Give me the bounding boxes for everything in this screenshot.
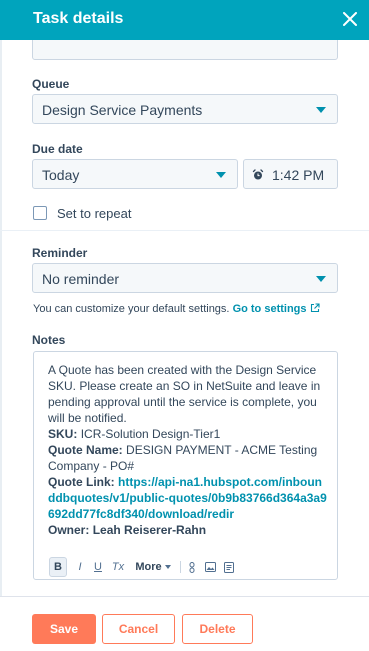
section-divider bbox=[0, 230, 369, 231]
due-time-value: 1:42 PM bbox=[272, 167, 325, 183]
bold-button[interactable]: B bbox=[49, 557, 67, 577]
chevron-down-icon bbox=[316, 107, 326, 113]
repeat-checkbox[interactable] bbox=[33, 206, 47, 220]
notes-label: Notes bbox=[32, 333, 66, 347]
underline-button[interactable]: U bbox=[91, 557, 105, 577]
due-date-select[interactable]: Today bbox=[32, 159, 238, 189]
sku-value: ICR-Solution Design-Tier1 bbox=[80, 427, 221, 441]
chevron-down-icon bbox=[216, 172, 226, 178]
notes-quote-link: Quote Link: https://api-na1.hubspot.com/… bbox=[48, 474, 328, 522]
delete-button[interactable]: Delete bbox=[182, 614, 253, 644]
queue-label: Queue bbox=[32, 77, 70, 91]
due-date-value: Today bbox=[42, 167, 80, 183]
rich-text-toolbar: B I U Tx More bbox=[49, 557, 334, 577]
reminder-helper: You can customize your default settings.… bbox=[33, 303, 320, 316]
alarm-clock-icon bbox=[252, 168, 264, 186]
quote-link-label: Quote Link: bbox=[48, 475, 115, 489]
panel-title: Task details bbox=[33, 10, 124, 27]
quote-name-label: Quote Name: bbox=[48, 443, 123, 457]
snippet-icon[interactable] bbox=[222, 557, 236, 577]
notes-intro: A Quote has been created with the Design… bbox=[48, 363, 321, 425]
queue-select[interactable]: Design Service Payments bbox=[32, 94, 338, 124]
due-time-select[interactable]: 1:42 PM bbox=[243, 159, 338, 189]
external-link-icon bbox=[310, 303, 320, 316]
image-icon[interactable] bbox=[202, 557, 218, 577]
queue-value: Design Service Payments bbox=[42, 102, 203, 118]
more-button[interactable]: More bbox=[131, 557, 175, 577]
reminder-select[interactable]: No reminder bbox=[32, 263, 338, 293]
link-icon[interactable] bbox=[185, 557, 199, 577]
sku-label: SKU: bbox=[48, 427, 78, 441]
go-to-settings-label: Go to settings bbox=[232, 303, 307, 315]
helper-text: You can customize your default settings. bbox=[33, 303, 230, 315]
notes-editor[interactable]: A Quote has been created with the Design… bbox=[33, 351, 338, 580]
chevron-down-icon bbox=[316, 276, 326, 282]
panel-header: Task details bbox=[0, 0, 369, 40]
notes-sku: SKU: ICR-Solution Design-Tier1 bbox=[48, 426, 328, 442]
chevron-down-icon bbox=[164, 565, 171, 569]
reminder-value: No reminder bbox=[42, 271, 120, 287]
close-icon[interactable] bbox=[340, 9, 360, 29]
reminder-label: Reminder bbox=[32, 246, 88, 260]
go-to-settings-link[interactable]: Go to settings bbox=[233, 303, 320, 315]
notes-owner: Owner: Leah Reiserer-Rahn bbox=[48, 522, 328, 538]
cancel-button[interactable]: Cancel bbox=[102, 614, 175, 644]
due-date-label: Due date bbox=[32, 142, 83, 156]
toolbar-divider bbox=[180, 561, 181, 573]
italic-button[interactable]: I bbox=[73, 557, 87, 577]
clear-format-button[interactable]: Tx bbox=[109, 557, 127, 577]
more-label: More bbox=[135, 561, 162, 573]
notes-content[interactable]: A Quote has been created with the Design… bbox=[48, 362, 328, 538]
save-button[interactable]: Save bbox=[32, 614, 96, 644]
task-form: Queue Design Service Payments Due date T… bbox=[0, 40, 369, 596]
owner-label: Owner: bbox=[48, 523, 90, 537]
panel-footer: Save Cancel Delete bbox=[0, 596, 369, 651]
notes-quote-name: Quote Name: DESIGN PAYMENT - ACME Testin… bbox=[48, 442, 328, 474]
repeat-label: Set to repeat bbox=[57, 206, 132, 221]
owner-value: Leah Reiserer-Rahn bbox=[92, 523, 207, 537]
previous-select[interactable] bbox=[32, 40, 338, 60]
